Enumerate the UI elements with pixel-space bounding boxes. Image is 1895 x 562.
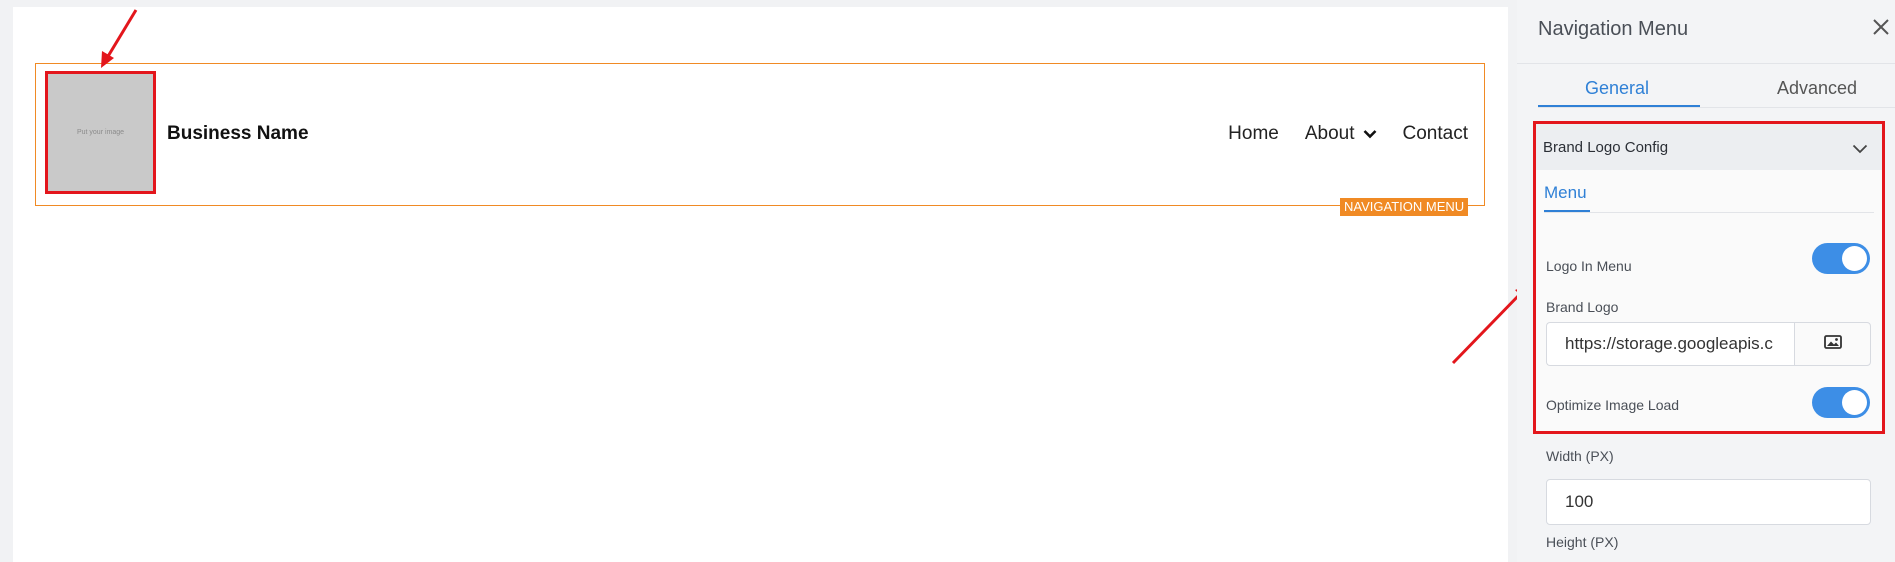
component-tag[interactable]: NAVIGATION MENU <box>1340 198 1469 216</box>
optimize-image-toggle[interactable] <box>1812 387 1870 418</box>
width-label: Width (PX) <box>1546 448 1614 464</box>
close-icon[interactable] <box>1870 16 1892 38</box>
nav-link-about-label: About <box>1304 123 1355 144</box>
tab-general[interactable]: General <box>1585 78 1649 99</box>
business-name[interactable]: Business Name <box>167 123 309 145</box>
active-subtab-indicator <box>1544 210 1590 212</box>
chevron-down-icon[interactable] <box>1852 141 1868 159</box>
image-icon <box>1823 334 1842 354</box>
optimize-image-label: Optimize Image Load <box>1546 397 1680 413</box>
subtab-divider <box>1544 212 1874 213</box>
brand-logo-label: Brand Logo <box>1546 299 1619 315</box>
nav-menu-links: Home About Contact <box>1202 123 1468 145</box>
brand-logo-image[interactable]: Put your image <box>45 71 156 194</box>
chevron-down-icon <box>1363 129 1377 139</box>
subtab-menu[interactable]: Menu <box>1544 183 1587 203</box>
toggle-knob <box>1842 246 1867 271</box>
tab-advanced[interactable]: Advanced <box>1777 78 1857 99</box>
toggle-knob <box>1842 390 1867 415</box>
tabs-divider <box>1538 107 1895 108</box>
active-tab-indicator <box>1538 105 1700 107</box>
header-divider <box>1517 63 1895 64</box>
height-label: Height (PX) <box>1546 534 1619 550</box>
section-title: Brand Logo Config <box>1543 139 1669 156</box>
logo-placeholder-text: Put your image <box>76 129 125 136</box>
panel-title: Navigation Menu <box>1538 18 1689 40</box>
brand-logo-url-input[interactable]: https://storage.googleapis.c <box>1546 322 1794 366</box>
nav-link-contact[interactable]: Contact <box>1403 123 1468 145</box>
nav-link-home[interactable]: Home <box>1228 123 1279 145</box>
image-picker-button[interactable] <box>1794 322 1871 366</box>
logo-in-menu-label: Logo In Menu <box>1546 258 1632 274</box>
width-input[interactable]: 100 <box>1546 479 1871 525</box>
logo-in-menu-toggle[interactable] <box>1812 243 1870 274</box>
nav-link-about[interactable]: About <box>1305 123 1377 145</box>
